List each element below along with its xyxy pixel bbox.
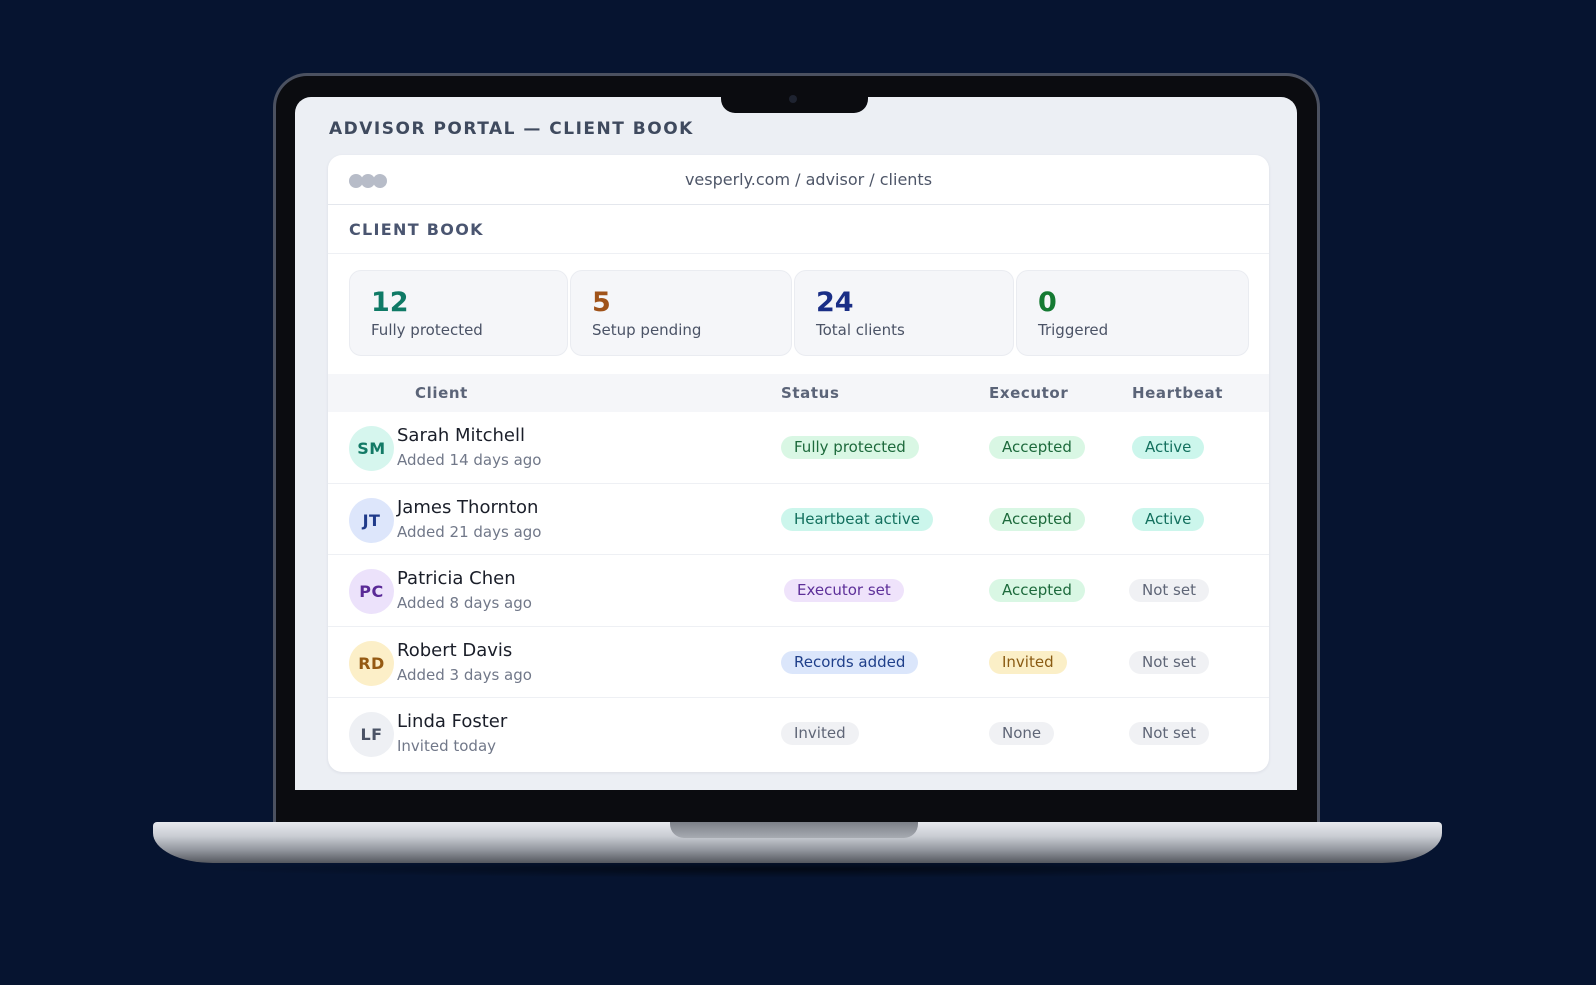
table-body: SM Sarah Mitchell Added 14 days ago Full…: [328, 412, 1269, 770]
client-name[interactable]: Robert Davis: [397, 640, 512, 661]
status-badge: Fully protected: [781, 436, 919, 459]
client-name[interactable]: Sarah Mitchell: [397, 425, 525, 446]
heartbeat-badge: Active: [1132, 507, 1205, 531]
stat-label: Fully protected: [371, 321, 483, 339]
status-badge: Records added: [781, 650, 919, 674]
executor-badge: None: [989, 722, 1055, 746]
client-added: Invited today: [397, 737, 497, 756]
stats-row: 12 Fully protected 5 Setup pending 24 To…: [328, 254, 1269, 374]
table-row[interactable]: LF Linda Foster Invited today Invited No…: [328, 698, 1269, 770]
status-badge: Executor set: [784, 579, 904, 603]
client-added: Added 3 days ago: [397, 665, 532, 684]
address-bar[interactable]: vesperly.com / advisor / clients: [328, 170, 1269, 189]
stat-card-fully-protected[interactable]: 12 Fully protected: [349, 270, 568, 356]
stat-value: 24: [816, 287, 854, 318]
executor-badge: Accepted: [989, 579, 1085, 603]
client-added: Added 21 days ago: [397, 522, 542, 541]
table-row[interactable]: RD Robert Davis Added 3 days ago Records…: [328, 627, 1269, 699]
stat-card-total-clients[interactable]: 24 Total clients: [794, 270, 1014, 356]
stat-label: Triggered: [1038, 321, 1109, 339]
stat-value: 5: [592, 287, 611, 318]
stat-card-setup-pending[interactable]: 5 Setup pending: [570, 270, 792, 356]
table-row[interactable]: JT James Thornton Added 21 days ago Hear…: [328, 484, 1269, 556]
executor-badge: Invited: [989, 650, 1067, 674]
table-row[interactable]: SM Sarah Mitchell Added 14 days ago Full…: [328, 412, 1269, 484]
status-badge: Invited: [781, 722, 859, 746]
camera-notch: [721, 95, 868, 113]
avatar: RD: [349, 640, 394, 686]
avatar: PC: [349, 569, 394, 615]
stat-card-triggered[interactable]: 0 Triggered: [1016, 270, 1249, 356]
heartbeat-badge: Not set: [1129, 650, 1209, 674]
heartbeat-badge: Not set: [1129, 579, 1209, 603]
client-book-card: vesperly.com / advisor / clients CLIENT …: [328, 155, 1269, 772]
client-name[interactable]: Linda Foster: [397, 711, 507, 732]
status-badge: Heartbeat active: [781, 507, 933, 531]
url-text: vesperly.com / advisor / clients: [684, 170, 933, 189]
heartbeat-badge: Active: [1132, 436, 1205, 459]
avatar: SM: [349, 426, 394, 471]
stat-label: Total clients: [816, 321, 905, 339]
column-header-status[interactable]: Status: [781, 384, 839, 402]
column-header-executor[interactable]: Executor: [989, 384, 1068, 402]
client-added: Added 8 days ago: [397, 594, 532, 613]
heartbeat-badge: Not set: [1129, 722, 1209, 746]
avatar: JT: [349, 497, 394, 543]
client-added: Added 14 days ago: [397, 451, 542, 469]
executor-badge: Accepted: [989, 436, 1085, 459]
section-title: CLIENT BOOK: [328, 205, 1269, 254]
stat-label: Setup pending: [592, 321, 702, 339]
laptop-screen: ADVISOR PORTAL — CLIENT BOOK vesperly.co…: [295, 97, 1297, 790]
column-header-client[interactable]: Client: [415, 384, 468, 402]
browser-bar: vesperly.com / advisor / clients: [328, 155, 1269, 205]
table-row[interactable]: PC Patricia Chen Added 8 days ago Execut…: [328, 555, 1269, 627]
camera-icon: [789, 95, 797, 103]
avatar: LF: [349, 712, 394, 758]
executor-badge: Accepted: [989, 507, 1085, 531]
table-header: Client Status Executor Heartbeat: [328, 374, 1269, 412]
stat-value: 0: [1038, 287, 1057, 318]
stat-value: 12: [371, 287, 409, 318]
client-name[interactable]: Patricia Chen: [397, 568, 516, 589]
laptop-opening-notch: [670, 822, 918, 838]
client-name[interactable]: James Thornton: [397, 497, 538, 518]
column-header-heartbeat[interactable]: Heartbeat: [1132, 384, 1223, 402]
portal-title: ADVISOR PORTAL — CLIENT BOOK: [329, 119, 694, 139]
